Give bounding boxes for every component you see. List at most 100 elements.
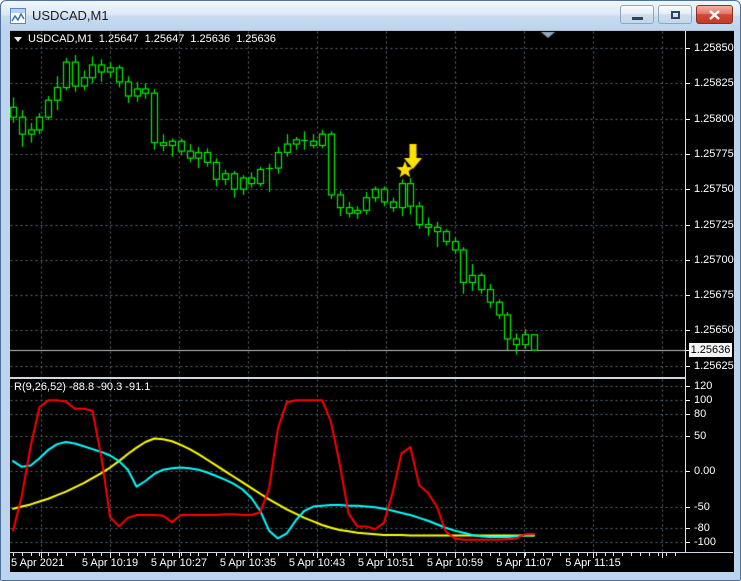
time-axis-tick: [22, 553, 23, 556]
time-axis-tick: [631, 553, 632, 556]
close-button[interactable]: [696, 5, 733, 24]
time-axis-tick: [207, 553, 208, 556]
window-icon: [10, 7, 26, 24]
minimize-icon: [631, 16, 643, 20]
time-axis-tick: [543, 553, 544, 556]
price-axis-label: 1.25650: [694, 324, 734, 336]
time-axis-tick: [393, 553, 394, 556]
chart-symbol-label: USDCAD,M1: [28, 33, 93, 45]
price-axis-tick: [686, 330, 690, 331]
time-axis-tick: [437, 553, 438, 556]
time-axis-tick: [251, 553, 252, 556]
time-axis-tick: [490, 553, 491, 556]
time-axis-label: 5 Apr 10:59: [426, 557, 484, 569]
time-axis-tick: [525, 553, 526, 556]
price-axis-tick: [686, 189, 690, 190]
time-axis-tick: [481, 553, 482, 556]
time-axis-tick: [13, 553, 14, 556]
indicator-axis-tick: [686, 400, 690, 401]
time-axis-tick: [666, 553, 667, 556]
time-axis-tick: [92, 553, 93, 556]
time-axis-tick: [119, 553, 120, 556]
current-price-tick: [686, 350, 690, 351]
time-axis-tick: [313, 553, 314, 556]
indicator-axis-label: 50: [694, 430, 707, 442]
time-axis-tick: [472, 553, 473, 556]
time-axis-tick: [349, 553, 350, 556]
indicator-pane-canvas[interactable]: [10, 379, 685, 552]
time-axis-tick: [181, 553, 182, 556]
time-axis-label: 5 Apr 10:27: [150, 557, 208, 569]
window-controls: [620, 5, 733, 24]
time-axis-tick: [366, 553, 367, 556]
time-axis-tick: [137, 553, 138, 556]
time-axis-tick: [384, 553, 385, 556]
time-axis-tick: [75, 553, 76, 556]
time-axis-tick: [260, 553, 261, 556]
time-axis-label: 5 Apr 2021: [11, 557, 65, 569]
titlebar[interactable]: USDCAD,M1: [1, 1, 740, 30]
ohlc-high: 1.25647: [144, 33, 185, 45]
time-axis-tick: [534, 553, 535, 556]
time-axis-tick: [331, 553, 332, 556]
time-axis-label: 5 Apr 10:35: [219, 557, 277, 569]
indicator-label: R(9,26,52) -88.8 -90.3 -91.1: [14, 381, 151, 393]
price-axis-label: 1.25700: [694, 254, 734, 266]
time-axis-tick: [216, 553, 217, 556]
time-axis-tick: [128, 553, 129, 556]
indicator-axis-label: -80: [694, 522, 710, 534]
time-axis-tick: [304, 553, 305, 556]
time-axis-tick: [198, 553, 199, 556]
time-axis-label: 5 Apr 10:19: [81, 557, 139, 569]
time-axis-gridline-tick: [662, 553, 663, 558]
time-axis-tick: [446, 553, 447, 556]
main-chart-canvas[interactable]: [10, 31, 685, 377]
indicator-axis-label: -50: [694, 501, 710, 513]
indicator-axis-tick: [686, 542, 690, 543]
price-axis-label: 1.25625: [694, 360, 734, 372]
indicator-axis-label: -100: [694, 536, 717, 548]
price-axis-label: 1.25675: [694, 289, 734, 301]
price-axis-label: 1.25725: [694, 219, 734, 231]
price-axis[interactable]: 1.25636 1.25850 1.25825 1.25800 1.25775 1.25…: [685, 31, 734, 552]
time-axis-tick: [375, 553, 376, 556]
maximize-icon: [670, 10, 680, 19]
minimize-button[interactable]: [620, 5, 654, 24]
maximize-button[interactable]: [658, 5, 692, 24]
indicator-axis-label: 100: [694, 394, 713, 406]
price-axis-tick: [686, 260, 690, 261]
time-axis-tick: [154, 553, 155, 556]
time-axis-tick: [340, 553, 341, 556]
time-axis-tick: [84, 553, 85, 556]
indicator-axis-label: 120: [694, 380, 713, 392]
indicator-axis-tick: [686, 414, 690, 415]
time-axis-tick: [640, 553, 641, 556]
time-axis-tick: [587, 553, 588, 556]
time-axis-tick: [269, 553, 270, 556]
indicator-axis-tick: [686, 436, 690, 437]
time-axis-tick: [163, 553, 164, 556]
indicator-axis-tick: [686, 507, 690, 508]
time-axis-tick: [278, 553, 279, 556]
price-axis-label: 1.25800: [694, 113, 734, 125]
chart-client-area: USDCAD,M1 1.25647 1.25647 1.25636 1.25636 R(…: [9, 30, 734, 572]
time-axis-tick: [507, 553, 508, 556]
chevron-down-icon: [14, 37, 22, 42]
price-axis-label: 1.25775: [694, 148, 734, 160]
time-axis-tick: [622, 553, 623, 556]
time-axis-label: 5 Apr 10:43: [288, 557, 346, 569]
price-axis-label: 1.25825: [694, 77, 734, 89]
price-axis-tick: [686, 154, 690, 155]
price-axis-tick: [686, 366, 690, 367]
time-axis-tick: [596, 553, 597, 556]
time-axis-tick: [613, 553, 614, 556]
time-axis[interactable]: 5 Apr 2021 5 Apr 10:19 5 Apr 10:27 5 Apr 10…: [10, 552, 733, 572]
time-axis-tick: [287, 553, 288, 556]
time-axis-tick: [560, 553, 561, 556]
time-axis-tick: [516, 553, 517, 556]
chart-window: USDCAD,M1 USDCAD,M1 1.25647 1.25647 1.25636…: [0, 0, 741, 581]
indicator-axis-tick: [686, 386, 690, 387]
time-axis-tick: [569, 553, 570, 556]
time-axis-label: 5 Apr 11:07: [496, 557, 552, 569]
current-price-badge: 1.25636: [689, 343, 732, 357]
